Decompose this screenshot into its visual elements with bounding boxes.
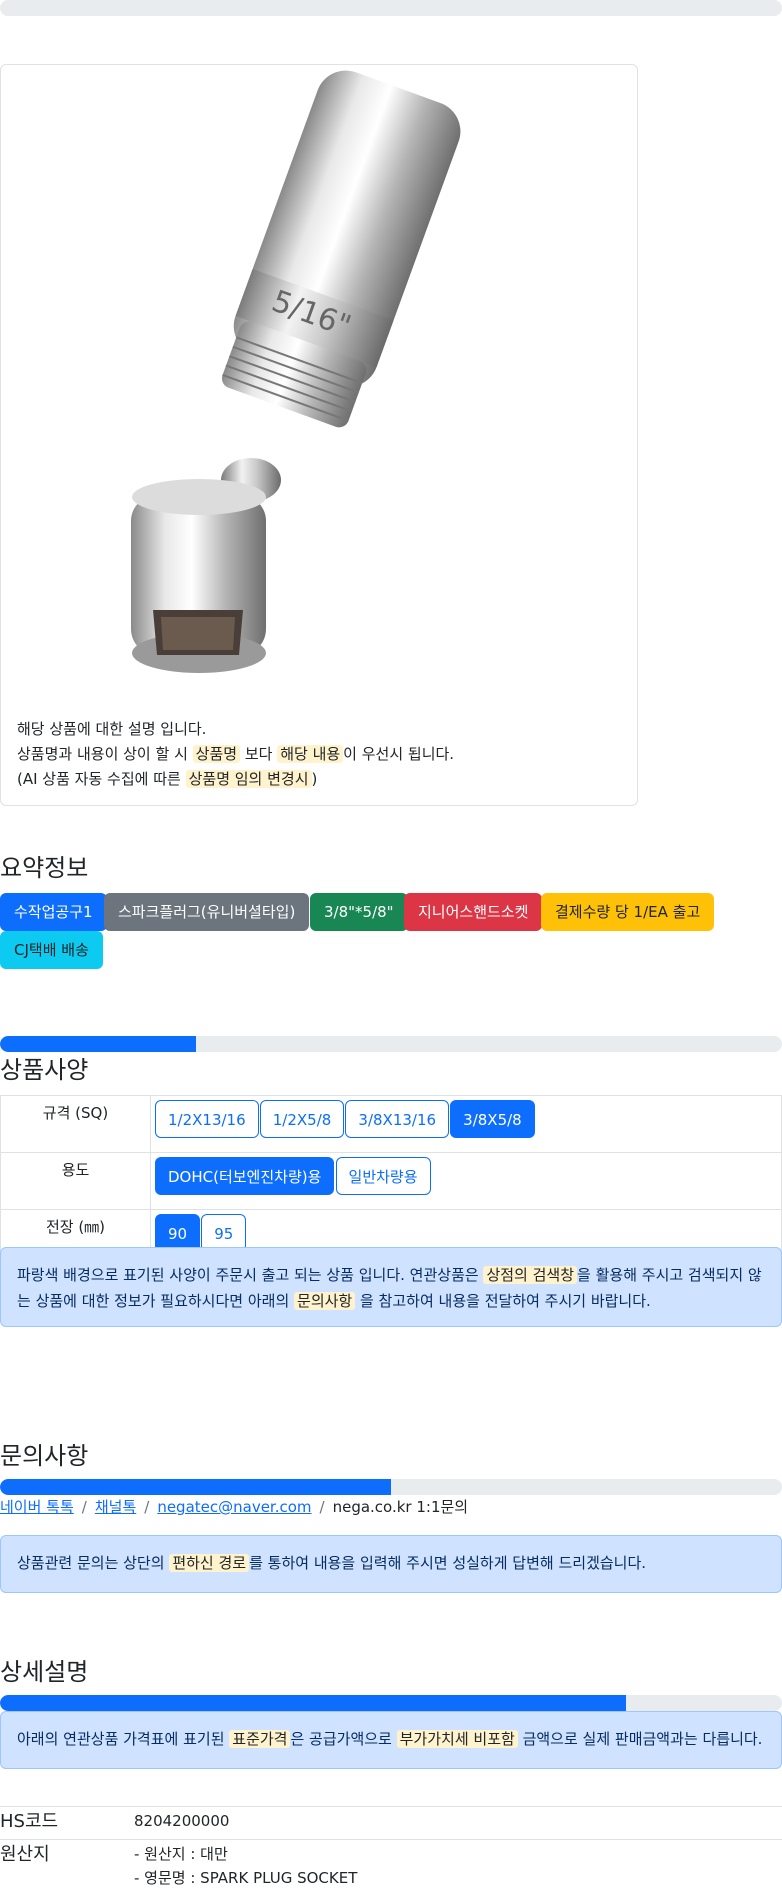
spec-label-usage: 용도 xyxy=(0,1152,151,1210)
badge-shipping-qty: 결제수량 당 1/EA 출고 xyxy=(541,893,715,931)
origin-line-2: - 영문명 : SPARK PLUG SOCKET xyxy=(134,1869,358,1887)
origin-line-1: - 원산지 : 대만 xyxy=(134,1845,228,1863)
product-image: 5/16" xyxy=(131,70,461,673)
hs-code-value: 8204200000 xyxy=(134,1812,230,1830)
origin-label: 원산지 xyxy=(0,1844,50,1865)
specs-title: 상품사양 xyxy=(0,1056,89,1084)
inquiry-progress xyxy=(0,1479,782,1495)
hs-code-row: HS코드 8204200000 xyxy=(0,1806,782,1839)
badge-size: 3/8"*5/8" xyxy=(310,893,408,931)
highlight-search: 상점의 검색창 xyxy=(483,1266,578,1284)
highlight-name-change: 상품명 임의 변경시 xyxy=(185,770,312,788)
option-1-2x5-8[interactable]: 1/2X5/8 xyxy=(259,1100,345,1138)
option-3-8x5-8[interactable]: 3/8X5/8 xyxy=(450,1100,535,1138)
summary-title: 요약정보 xyxy=(0,854,89,882)
highlight-product-name: 상품명 xyxy=(192,745,241,763)
breadcrumb-separator: / xyxy=(81,1498,87,1516)
inquiry-title: 문의사항 xyxy=(0,1442,89,1470)
specs-progress xyxy=(0,1036,782,1052)
site-inquiry-text: nega.co.kr 1:1문의 xyxy=(332,1498,469,1516)
highlight-route: 편하신 경로 xyxy=(169,1554,250,1572)
highlight-inquiry: 문의사항 xyxy=(294,1292,356,1310)
highlight-vat: 부가가치세 비포함 xyxy=(396,1730,518,1748)
spec-row-size: 규격 (SQ) 1/2X13/16 1/2X5/8 3/8X13/16 3/8X… xyxy=(0,1095,782,1153)
badge-type: 스파크플러그(유니버셜타입) xyxy=(104,893,310,931)
spec-options-size: 1/2X13/16 1/2X5/8 3/8X13/16 3/8X5/8 xyxy=(150,1095,782,1153)
badge-brand: 지니어스핸드소켓 xyxy=(404,893,543,931)
option-dohc[interactable]: DOHC(터보엔진차량)용 xyxy=(155,1157,335,1195)
badge-category: 수작업공구1 xyxy=(0,893,107,931)
inquiry-links: 네이버 톡톡 / 채널톡 / negatec@naver.com / nega.co.kr … xyxy=(0,1496,468,1517)
top-progress-bar xyxy=(0,0,782,16)
option-general[interactable]: 일반차량용 xyxy=(335,1157,431,1195)
detail-progress xyxy=(0,1695,782,1711)
highlight-content: 해당 내용 xyxy=(277,745,344,763)
desc-line-3: (AI 상품 자동 수집에 따른 상품명 임의 변경시) xyxy=(17,770,318,788)
specs-notice: 파랑색 배경으로 표기된 사양이 주문시 출고 되는 상품 입니다. 연관상품은… xyxy=(0,1247,782,1327)
spec-table: 규격 (SQ) 1/2X13/16 1/2X5/8 3/8X13/16 3/8X… xyxy=(0,1095,782,1267)
naver-talk-link[interactable]: 네이버 톡톡 xyxy=(0,1498,74,1516)
desc-line-2: 상품명과 내용이 상이 할 시 상품명 보다 해당 내용 이 우선시 됩니다. xyxy=(17,745,455,763)
breadcrumb-separator: / xyxy=(319,1498,325,1516)
origin-row: 원산지 - 원산지 : 대만 - 영문명 : SPARK PLUG SOCKET xyxy=(0,1839,782,1898)
inquiry-progress-fill xyxy=(0,1479,391,1495)
hs-code-label: HS코드 xyxy=(0,1811,59,1832)
spec-row-usage: 용도 DOHC(터보엔진차량)용 일반차량용 xyxy=(0,1152,782,1210)
product-card: 5/16" 해당 상품에 대한 설명 입니다. 상품명과 내용이 상이 할 시 … xyxy=(0,64,638,806)
inquiry-notice: 상품관련 문의는 상단의 편하신 경로 를 통하여 내용을 입력해 주시면 성실하… xyxy=(0,1535,782,1593)
badge-courier: CJ택배 배송 xyxy=(0,931,103,969)
option-3-8x13-16[interactable]: 3/8X13/16 xyxy=(345,1100,450,1138)
option-1-2x13-16[interactable]: 1/2X13/16 xyxy=(155,1100,259,1138)
spec-label-size: 규격 (SQ) xyxy=(0,1095,151,1153)
detail-progress-fill xyxy=(0,1695,626,1711)
origin-value: - 원산지 : 대만 - 영문명 : SPARK PLUG SOCKET xyxy=(134,1842,357,1890)
desc-line-1: 해당 상품에 대한 설명 입니다. xyxy=(17,720,207,738)
detail-title: 상세설명 xyxy=(0,1658,89,1686)
product-description: 해당 상품에 대한 설명 입니다. 상품명과 내용이 상이 할 시 상품명 보다… xyxy=(17,717,454,792)
detail-notice: 아래의 연관상품 가격표에 표기된 표준가격 은 공급가액으로 부가가치세 비포함… xyxy=(0,1711,782,1769)
highlight-standard-price: 표준가격 xyxy=(229,1730,291,1748)
breadcrumb-separator: / xyxy=(144,1498,150,1516)
channel-talk-link[interactable]: 채널톡 xyxy=(95,1498,136,1516)
email-link[interactable]: negatec@naver.com xyxy=(157,1498,311,1516)
spec-options-usage: DOHC(터보엔진차량)용 일반차량용 xyxy=(150,1152,782,1210)
